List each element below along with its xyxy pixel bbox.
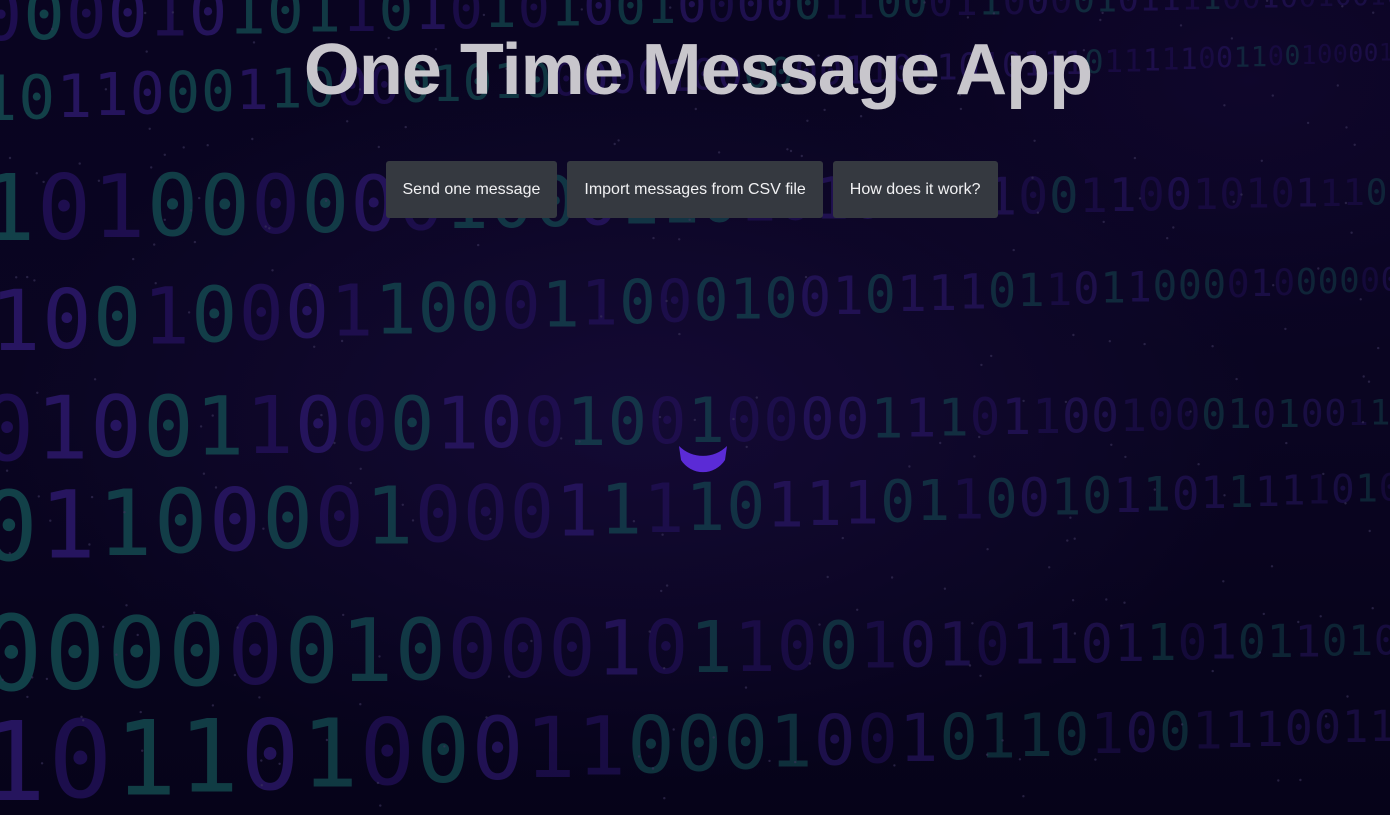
import-csv-button[interactable]: Import messages from CSV file [567,161,823,218]
page-title: One Time Message App [303,30,1093,110]
how-it-works-button[interactable]: How does it work? [832,161,998,218]
background-overlay [0,0,1390,815]
app-page: 0000101011010101001000001100011000010111… [0,0,1390,815]
loading-spinner-icon [679,446,727,473]
action-buttons: Send one message Import messages from CS… [0,161,1383,218]
send-one-message-button[interactable]: Send one message [385,161,558,218]
binary-background-image: 0000101011010101001000001100011000010111… [0,0,1390,815]
spinner-arc [679,446,727,473]
